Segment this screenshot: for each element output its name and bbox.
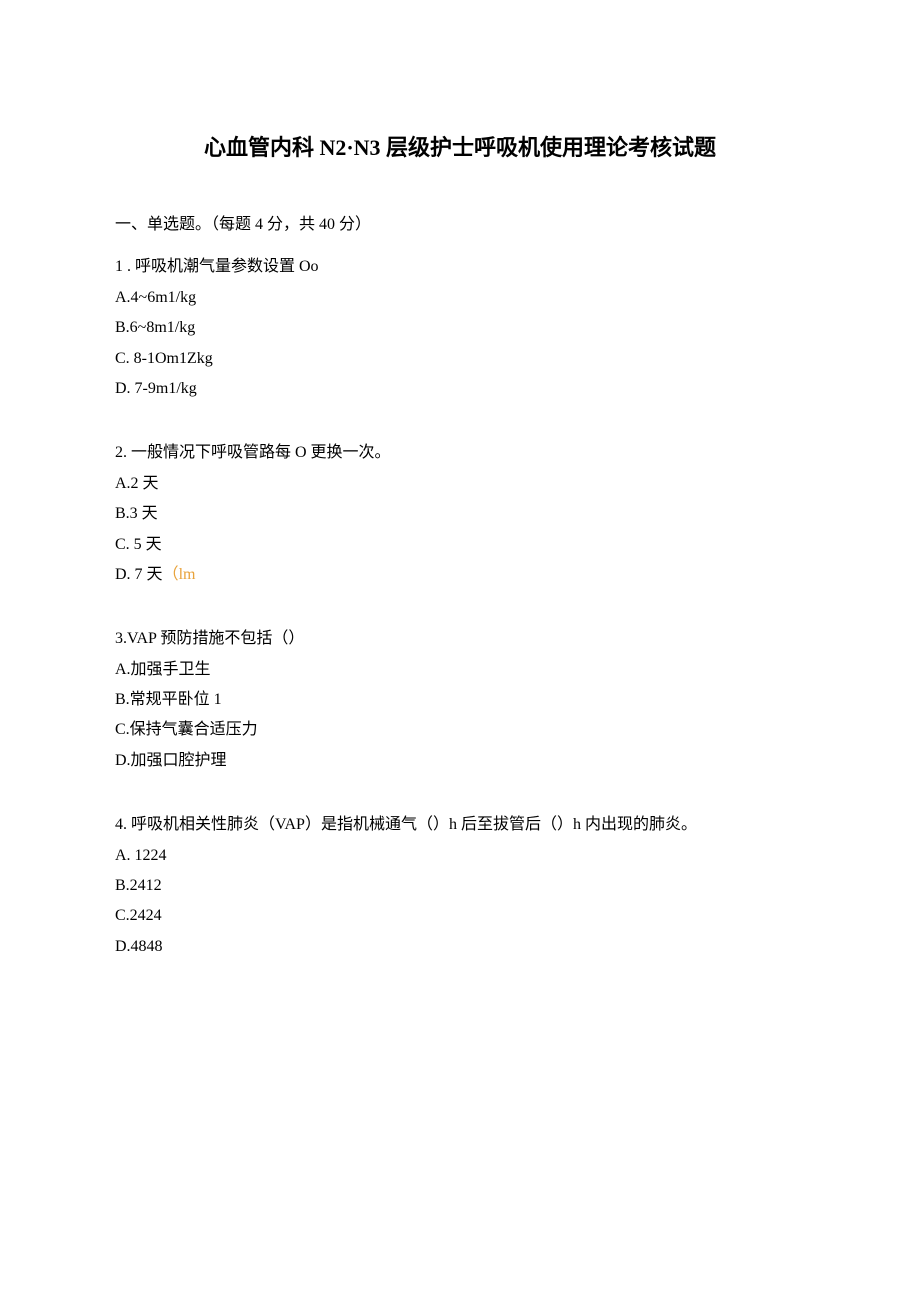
question-2-option-b: B.3 天	[115, 499, 805, 529]
question-2-option-d: D. 7 天（lm	[115, 560, 805, 590]
question-3-option-b: B.常规平卧位 1	[115, 685, 805, 715]
question-2-option-d-text: D. 7 天	[115, 566, 163, 583]
question-1-text: 1 . 呼吸机潮气量参数设置 Oo	[115, 252, 805, 282]
question-2-suffix: （lm	[163, 566, 196, 583]
question-4-text: 4. 呼吸机相关性肺炎（VAP）是指机械通气（）h 后至拔管后（）h 内出现的肺…	[115, 810, 805, 840]
question-2-option-c: C. 5 天	[115, 530, 805, 560]
section-header: 一、单选题。（每题 4 分，共 40 分）	[115, 210, 805, 240]
question-block-4: 4. 呼吸机相关性肺炎（VAP）是指机械通气（）h 后至拔管后（）h 内出现的肺…	[115, 810, 805, 962]
question-4-option-b: B.2412	[115, 871, 805, 901]
question-3-option-a: A.加强手卫生	[115, 655, 805, 685]
question-1-option-a: A.4~6m1/kg	[115, 283, 805, 313]
question-block-1: 1 . 呼吸机潮气量参数设置 Oo A.4~6m1/kg B.6~8m1/kg …	[115, 252, 805, 404]
question-block-2: 2. 一般情况下呼吸管路每 O 更换一次。 A.2 天 B.3 天 C. 5 天…	[115, 438, 805, 590]
question-1-option-d: D. 7-9m1/kg	[115, 374, 805, 404]
question-1-option-b: B.6~8m1/kg	[115, 313, 805, 343]
question-3-text: 3.VAP 预防措施不包括（）	[115, 624, 805, 654]
question-3-option-d: D.加强口腔护理	[115, 746, 805, 776]
question-block-3: 3.VAP 预防措施不包括（） A.加强手卫生 B.常规平卧位 1 C.保持气囊…	[115, 624, 805, 776]
question-1-option-c: C. 8-1Om1Zkg	[115, 344, 805, 374]
question-4-option-a: A. 1224	[115, 841, 805, 871]
question-2-text: 2. 一般情况下呼吸管路每 O 更换一次。	[115, 438, 805, 468]
question-4-option-c: C.2424	[115, 901, 805, 931]
question-2-option-a: A.2 天	[115, 469, 805, 499]
page-title: 心血管内科 N2·N3 层级护士呼吸机使用理论考核试题	[115, 130, 805, 162]
question-3-option-c: C.保持气囊合适压力	[115, 715, 805, 745]
question-4-option-d: D.4848	[115, 932, 805, 962]
